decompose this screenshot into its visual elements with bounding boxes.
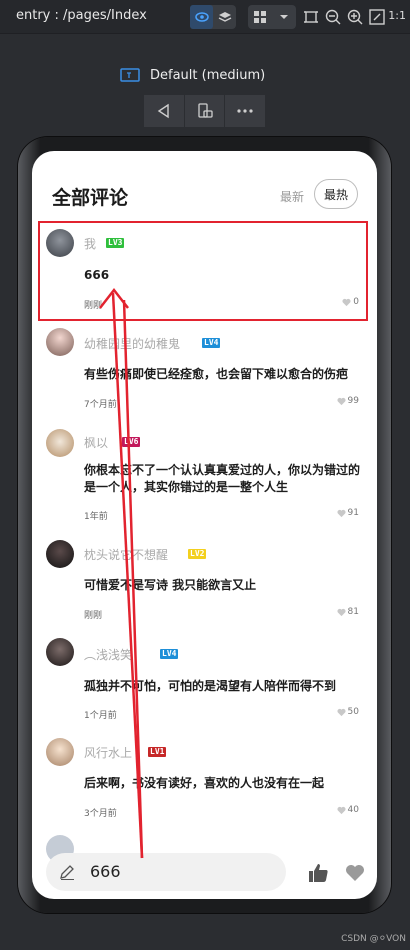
like-button[interactable]: 99 [336,396,359,406]
view-mode-group [190,5,236,29]
heart-icon [336,608,346,616]
avatar[interactable] [46,540,74,568]
comment-item: 枕头说它不想醒 LV2 可惜爱不是写诗 我只能欲言又止 刚刚 81 [32,540,377,635]
comment-username[interactable]: 幼稚园里的幼稚鬼 [84,335,180,352]
comment-input[interactable]: 666 [46,853,286,891]
tablet-icon [120,68,140,82]
inspect-toggle[interactable] [190,5,213,29]
comment-item: 我 LV3 666 刚刚 0 [32,227,377,322]
zoom-in-icon[interactable] [346,8,364,26]
comment-input-value: 666 [90,862,121,881]
avatar[interactable] [46,429,74,457]
sort-hot-button[interactable]: 最热 [314,179,358,209]
heart-icon [336,708,346,716]
comment-item: ︵浅浅笑 LV4 孤独并不可怕，可怕的是渴望有人陪伴而得不到 1个月前 50 [32,638,377,733]
thumb-up-icon[interactable] [307,862,329,884]
heart-icon [336,806,346,814]
comment-item: 风行水上 LV1 后来啊，书没有读好，喜欢的人也没有在一起 3个月前 40 [32,736,377,831]
watermark: CSDN @⚪VON [341,934,406,944]
device-selector[interactable]: Default (medium) [120,66,265,84]
sort-latest-button[interactable]: 最新 [280,188,304,205]
ratio-button[interactable]: 1:1 [388,9,406,22]
comment-username[interactable]: 我 [84,235,96,252]
layers-toggle[interactable] [213,5,236,29]
like-count: 50 [347,707,359,717]
level-badge: LV2 [188,549,207,559]
level-badge: LV1 [148,747,167,757]
comment-time: 1个月前 [84,711,117,721]
layers-icon [218,12,231,22]
comment-time: 1年前 [84,512,108,522]
avatar[interactable] [46,328,74,356]
heart-icon [336,509,346,517]
comment-time: 7个月前 [84,400,117,410]
comment-time: 3个月前 [84,809,117,819]
avatar[interactable] [46,738,74,766]
more-icon [237,109,253,113]
comment-username[interactable]: ︵浅浅笑 [84,646,132,663]
comment-text: 有些伤痛即使已经痊愈，也会留下难以愈合的伤疤 [84,367,349,381]
device-label: Default (medium) [150,67,266,83]
level-badge: LV4 [202,338,221,348]
grid-icon [254,11,266,23]
avatar[interactable] [46,229,74,257]
like-button[interactable]: 50 [336,707,359,717]
back-button[interactable] [144,95,184,127]
top-toolbar: entry : /pages/Index 1:1 [0,0,410,34]
comment-text: 孤独并不可怕，可怕的是渴望有人陪伴而得不到 [84,679,337,693]
like-button[interactable]: 0 [342,297,359,307]
chevron-wrap [272,5,296,29]
fit-screen-icon[interactable] [368,8,386,26]
page-path: entry : /pages/Index [16,8,147,23]
like-button[interactable]: 91 [336,508,359,518]
page-title: 全部评论 [52,187,129,209]
rotate-device-icon [197,103,213,118]
comment-time: 刚刚 [84,301,103,311]
favorite-heart-icon[interactable] [345,864,365,882]
like-count: 40 [347,805,359,815]
comment-time: 刚刚 [84,611,103,621]
device-controls [144,95,266,127]
comment-text: 可惜爱不是写诗 我只能欲言又止 [84,578,257,592]
grid-icon-wrap [248,5,272,29]
like-count: 81 [347,607,359,617]
heart-icon [336,397,346,405]
eye-icon [194,12,209,22]
comment-username[interactable]: 枕头说它不想醒 [84,546,168,563]
level-badge: LV6 [122,437,141,447]
like-button[interactable]: 81 [336,607,359,617]
heart-icon [342,298,351,306]
rotate-button[interactable] [184,95,225,127]
like-count: 99 [347,396,359,406]
comment-username[interactable]: 风行水上 [84,744,132,761]
like-button[interactable]: 40 [336,805,359,815]
level-badge: LV4 [160,649,179,659]
comment-item: 枫以 LV6 你根本忘不了一个认认真真爱过的人，你以为错过的是一个人，其实你错过… [32,429,377,539]
comment-text: 你根本忘不了一个认认真真爱过的人，你以为错过的是一个人，其实你错过的是一整个人生 [84,463,361,494]
phone-frame: 全部评论 最新 最热 我 LV3 666 刚刚 0 幼稚园里的幼稚鬼 LV4 有… [18,137,391,913]
comment-text: 666 [84,268,110,282]
level-badge: LV3 [106,238,125,248]
avatar[interactable] [46,638,74,666]
pencil-icon [60,865,74,880]
comment-username[interactable]: 枫以 [84,434,108,451]
comment-text: 后来啊，书没有读好，喜欢的人也没有在一起 [84,776,325,790]
back-triangle-icon [157,103,169,119]
like-count: 0 [353,297,359,307]
chevron-down-icon [280,15,288,19]
app-screen: 全部评论 最新 最热 我 LV3 666 刚刚 0 幼稚园里的幼稚鬼 LV4 有… [32,151,377,899]
comment-item: 幼稚园里的幼稚鬼 LV4 有些伤痛即使已经痊愈，也会留下难以愈合的伤疤 7个月前… [32,328,377,428]
component-dropdown[interactable] [248,5,296,29]
zoom-out-icon[interactable] [324,8,342,26]
like-count: 91 [347,508,359,518]
crop-icon[interactable] [302,8,320,26]
more-button[interactable] [225,95,266,127]
